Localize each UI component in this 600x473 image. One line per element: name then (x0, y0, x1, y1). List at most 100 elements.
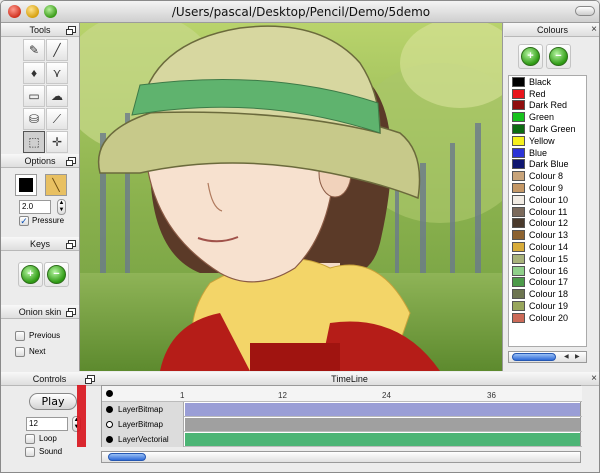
colour-item[interactable]: Colour 9 (509, 182, 586, 194)
scrollbar-thumb[interactable] (108, 453, 146, 461)
colour-item[interactable]: Red (509, 88, 586, 100)
artwork-image (80, 23, 502, 371)
timeline-title: TimeLine (331, 374, 368, 384)
layer-frames-track[interactable] (185, 433, 580, 446)
colour-swatch (512, 88, 525, 99)
colour-name: Colour 14 (529, 242, 569, 253)
pressure-checkbox[interactable]: ✓ (19, 216, 29, 226)
colour-item[interactable]: Dark Green (509, 123, 586, 135)
layer-name[interactable]: LayerBitmap (102, 417, 184, 432)
colour-item[interactable]: Dark Blue (509, 159, 586, 171)
add-colour-button[interactable]: + (521, 47, 540, 66)
colour-swatch (512, 76, 525, 87)
onion-skin-panel-header: Onion skin (1, 305, 79, 319)
select-tool-button[interactable]: ⬚ (23, 131, 45, 153)
colour-item[interactable]: Colour 16 (509, 265, 586, 277)
layer-name[interactable]: LayerVectorial (102, 432, 184, 447)
timeline-scrollbar[interactable] (101, 451, 581, 463)
eyedropper-tool-button[interactable]: ⟋ (46, 108, 68, 130)
layer-visibility-icon[interactable] (106, 436, 113, 443)
play-button[interactable]: Play (29, 393, 77, 410)
colour-item[interactable]: Yellow (509, 135, 586, 147)
layer-visibility-icon[interactable] (106, 421, 113, 428)
colour-item[interactable]: Colour 17 (509, 277, 586, 289)
fill-toggle-button[interactable]: ╲ (45, 174, 67, 196)
close-icon[interactable]: × (591, 372, 597, 386)
width-stepper[interactable]: ▲ ▼ (57, 199, 66, 215)
pencil-tool-button[interactable]: ✎ (23, 39, 45, 61)
colour-item[interactable]: Colour 13 (509, 229, 586, 241)
undock-icon[interactable] (66, 26, 76, 35)
colour-item[interactable]: Colour 18 (509, 288, 586, 300)
scrollbar-thumb[interactable] (512, 353, 556, 361)
colour-swatch (512, 183, 525, 194)
colour-name: Colour 18 (529, 289, 569, 300)
brush-tool-button[interactable]: ╱ (46, 39, 68, 61)
playhead[interactable] (77, 385, 86, 447)
scroll-right-icon[interactable]: ▶ (575, 353, 580, 360)
colour-item[interactable]: Colour 20 (509, 312, 586, 324)
smudge-icon: ☁ (51, 89, 63, 103)
colour-swatch (512, 277, 525, 288)
select-icon: ⬚ (28, 135, 40, 149)
layer-label: LayerBitmap (118, 420, 163, 429)
bucket-tool-button[interactable]: ⛁ (23, 108, 45, 130)
undock-icon[interactable] (85, 375, 95, 384)
move-tool-button[interactable]: ✛ (46, 131, 68, 153)
undock-icon[interactable] (66, 308, 76, 317)
previous-checkbox[interactable] (15, 331, 25, 341)
colour-swatch (512, 218, 525, 229)
layer-row[interactable]: LayerBitmap (102, 402, 582, 417)
add-key-button[interactable]: + (21, 265, 40, 284)
width-input[interactable]: 2.0 (19, 200, 51, 214)
close-icon[interactable]: × (591, 23, 597, 37)
colour-item[interactable]: Colour 12 (509, 218, 586, 230)
colour-item[interactable]: Black (509, 76, 586, 88)
smudge-tool-button[interactable]: ☁ (46, 85, 68, 107)
timeline-grid[interactable]: 1 12 24 36 LayerBitmap LayerBitmap LayerVecto… (101, 385, 582, 447)
layer-frames-track[interactable] (185, 418, 580, 431)
remove-key-button[interactable]: − (47, 265, 66, 284)
loop-checkbox[interactable] (25, 434, 35, 444)
polyline-tool-button[interactable]: ⋎ (46, 62, 68, 84)
colour-list-scrollbar[interactable]: ◀ ▶ (508, 351, 587, 363)
layer-row[interactable]: LayerVectorial (102, 432, 582, 447)
loop-label: Loop (39, 434, 57, 443)
next-checkbox[interactable] (15, 347, 25, 357)
colour-name: Black (529, 76, 552, 87)
colour-item[interactable]: Colour 19 (509, 300, 586, 312)
fps-input[interactable]: 12 (26, 417, 68, 431)
colour-item[interactable]: Colour 15 (509, 253, 586, 265)
controls-panel-title: Controls (32, 374, 67, 384)
visibility-header-icon[interactable] (106, 390, 113, 397)
frame-ruler[interactable]: 1 12 24 36 (102, 386, 582, 402)
undock-icon[interactable] (66, 157, 76, 166)
bucket-icon: ⛁ (28, 112, 40, 126)
layer-name[interactable]: LayerBitmap (102, 402, 184, 417)
colour-item[interactable]: Green (509, 111, 586, 123)
sound-checkbox[interactable] (25, 447, 35, 457)
toolbar-toggle-button[interactable] (575, 6, 595, 16)
colour-item[interactable]: Colour 8 (509, 170, 586, 182)
remove-colour-button[interactable]: − (549, 47, 568, 66)
colour-name: Colour 20 (529, 312, 569, 323)
colour-item[interactable]: Colour 10 (509, 194, 586, 206)
eraser-tool-button[interactable]: ▭ (23, 85, 45, 107)
keys-panel-header: Keys (1, 237, 79, 251)
colour-palette-list[interactable]: Black Red Dark Red Green Dark Green Yellow Blu… (508, 75, 587, 347)
colour-item[interactable]: Colour 14 (509, 241, 586, 253)
current-colour-button[interactable] (15, 174, 37, 196)
colour-item[interactable]: Blue (509, 147, 586, 159)
layer-frames-track[interactable] (185, 403, 580, 416)
pen-tool-button[interactable]: ♦ (23, 62, 45, 84)
colour-item[interactable]: Dark Red (509, 100, 586, 112)
scroll-left-icon[interactable]: ◀ (564, 353, 569, 360)
colour-name: Colour 9 (529, 183, 564, 194)
layer-row[interactable]: LayerBitmap (102, 417, 582, 432)
frame-tick-label: 36 (487, 391, 496, 400)
undock-icon[interactable] (66, 240, 76, 249)
colour-item[interactable]: Colour 11 (509, 206, 586, 218)
layer-visibility-icon[interactable] (106, 406, 113, 413)
drawing-canvas[interactable] (79, 23, 503, 371)
app-window: /Users/pascal/Desktop/Pencil/Demo/5demo … (0, 0, 600, 473)
